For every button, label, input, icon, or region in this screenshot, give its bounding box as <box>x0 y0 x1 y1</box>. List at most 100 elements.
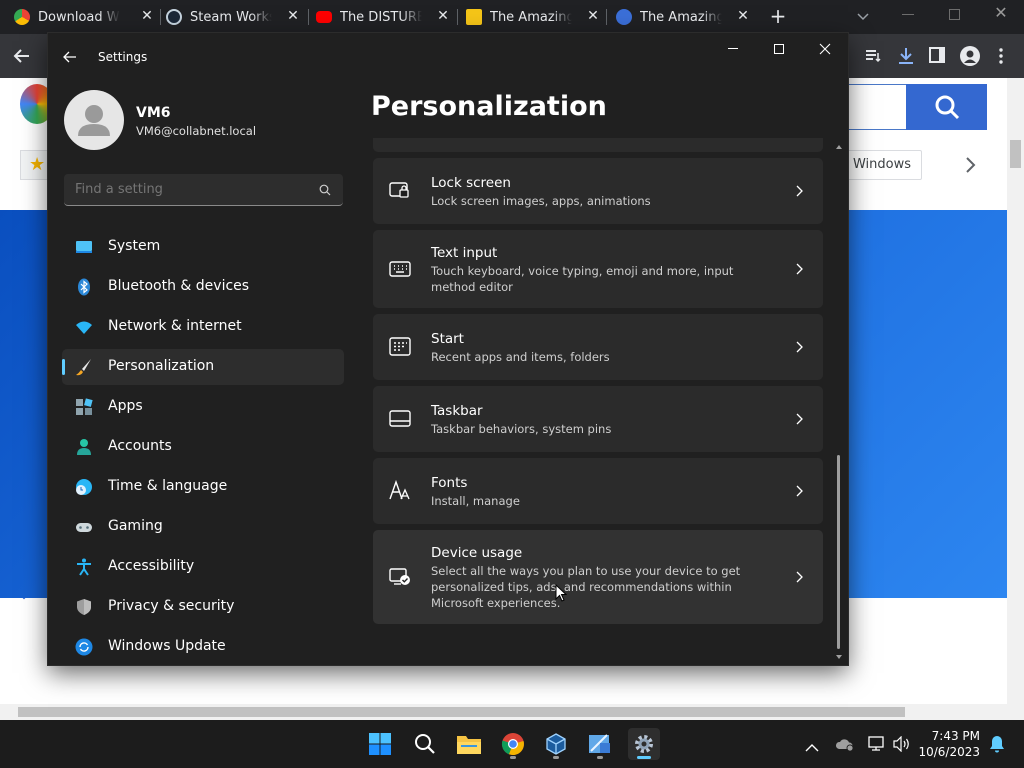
search-input[interactable] <box>64 174 304 205</box>
clock-date[interactable]: 10/6/2023 <box>914 745 980 759</box>
scroll-down-icon[interactable] <box>835 653 843 661</box>
settings-card-text-input[interactable]: Text input Touch keyboard, voice typing,… <box>373 230 823 308</box>
settings-card-device-usage[interactable]: Device usage Select all the ways you pla… <box>373 530 823 624</box>
virtualbox-icon <box>546 733 566 755</box>
browser-tab-strip: Download Windows ✕ Steam Workshop ✕ The … <box>0 0 1024 34</box>
virtualbox-taskbar-button[interactable] <box>540 728 572 760</box>
close-tab-icon[interactable]: ✕ <box>286 9 300 23</box>
page-search-input[interactable] <box>848 84 906 130</box>
chrome-taskbar-button[interactable] <box>497 728 529 760</box>
side-panel-icon[interactable] <box>929 47 945 63</box>
settings-card-taskbar[interactable]: Taskbar Taskbar behaviors, system pins <box>373 386 823 452</box>
chip-label: Windows <box>852 157 912 172</box>
sidebar-item-network[interactable]: Network & internet <box>62 309 344 345</box>
new-tab-icon[interactable]: + <box>768 6 788 26</box>
browser-tab[interactable]: Download Windows ✕ <box>14 0 160 34</box>
sidebar-item-label: Gaming <box>108 518 163 534</box>
minimize-button[interactable] <box>710 33 756 65</box>
avatar[interactable] <box>64 90 124 150</box>
browser-tab[interactable]: The Amazing D ✕ <box>466 0 606 34</box>
settings-card-fonts[interactable]: Fonts Install, manage <box>373 458 823 524</box>
sidebar-item-personalization[interactable]: Personalization <box>62 349 344 385</box>
card-title: Device usage <box>431 545 523 561</box>
snipping-tool-taskbar-button[interactable] <box>584 728 616 760</box>
tab-title: The Amazing D <box>640 9 722 25</box>
settings-back-arrow-icon[interactable] <box>62 49 78 65</box>
taskbar-search-button[interactable] <box>409 728 441 760</box>
chevron-right-icon[interactable] <box>962 156 978 174</box>
back-arrow-icon[interactable] <box>12 46 32 66</box>
sidebar-item-privacy-security[interactable]: Privacy & security <box>62 589 344 625</box>
clock-time[interactable]: 7:43 PM <box>924 729 980 743</box>
file-explorer-icon <box>457 736 481 754</box>
card-description: Select all the ways you plan to use your… <box>431 564 741 610</box>
sidebar-item-bluetooth[interactable]: Bluetooth & devices <box>62 269 344 305</box>
card-description: Lock screen images, apps, animations <box>431 194 651 208</box>
tab-title: The DISTURBING <box>340 9 422 25</box>
browser-close-icon[interactable]: ✕ <box>993 5 1009 21</box>
sidebar-item-accounts[interactable]: Accounts <box>62 429 344 465</box>
sidebar-item-label: Accounts <box>108 438 172 454</box>
close-tab-icon[interactable]: ✕ <box>140 9 154 23</box>
notification-bell-icon[interactable] <box>988 735 1006 753</box>
selection-indicator <box>62 359 65 375</box>
close-button[interactable] <box>802 33 848 65</box>
browser-restore-icon[interactable] <box>949 9 960 20</box>
chevron-right-icon <box>796 485 803 497</box>
gaming-icon <box>76 523 92 532</box>
content-scrollbar[interactable] <box>834 141 844 665</box>
page-title: Personalization <box>371 91 607 122</box>
sidebar-item-label: Windows Update <box>108 638 226 654</box>
settings-card-lock-screen[interactable]: Lock screen Lock screen images, apps, an… <box>373 158 823 224</box>
profile-icon[interactable] <box>960 46 980 66</box>
user-email: VM6@collabnet.local <box>136 124 257 138</box>
scroll-thumb[interactable] <box>837 455 840 649</box>
show-hidden-icons-chevron-icon[interactable] <box>805 738 819 752</box>
network-status-icon[interactable] <box>868 736 886 752</box>
browser-tab[interactable]: The Amazing D ✕ <box>616 0 756 34</box>
settings-window-title: Settings <box>98 50 148 64</box>
sidebar-item-apps[interactable]: Apps <box>62 389 344 425</box>
close-tab-icon[interactable]: ✕ <box>586 9 600 23</box>
sidebar-item-label: System <box>108 238 161 254</box>
network-icon <box>76 321 92 334</box>
volume-icon[interactable] <box>893 735 911 753</box>
sidebar-item-gaming[interactable]: Gaming <box>62 509 344 545</box>
sidebar-item-windows-update[interactable]: Windows Update <box>62 629 344 665</box>
card-description: Install, manage <box>431 494 520 508</box>
browser-menu-icon[interactable] <box>997 47 1005 65</box>
page-horizontal-scrollbar[interactable] <box>0 704 1024 720</box>
browser-tab[interactable]: Steam Workshop ✕ <box>166 0 306 34</box>
youtube-icon <box>316 11 332 23</box>
settings-taskbar-button[interactable] <box>628 728 660 760</box>
settings-card-start[interactable]: Start Recent apps and items, folders <box>373 314 823 380</box>
page-vertical-scrollbar[interactable] <box>1007 78 1024 704</box>
chevron-right-icon <box>796 571 803 583</box>
page-search-button[interactable] <box>906 84 987 130</box>
browser-minimize-icon[interactable] <box>902 14 914 15</box>
card-title: Start <box>431 331 464 347</box>
start-button[interactable] <box>364 728 396 760</box>
star-chip[interactable]: ★ <box>20 150 48 180</box>
windows-update-icon <box>75 638 93 656</box>
browser-tab[interactable]: The DISTURBING ✕ <box>316 0 456 34</box>
sidebar-item-time-language[interactable]: Time & language <box>62 469 344 505</box>
sidebar-item-system[interactable]: System <box>62 229 344 265</box>
reading-list-icon[interactable] <box>864 47 882 65</box>
onedrive-icon[interactable] <box>835 736 855 752</box>
sidebar-item-label: Network & internet <box>108 318 242 334</box>
close-tab-icon[interactable]: ✕ <box>436 9 450 23</box>
taskbar-icon <box>389 410 411 427</box>
tab-search-chevron-icon[interactable] <box>856 8 870 22</box>
find-setting-search[interactable] <box>64 174 343 206</box>
download-icon[interactable] <box>896 46 916 66</box>
scroll-up-icon[interactable] <box>835 143 843 151</box>
maximize-button[interactable] <box>756 33 802 65</box>
file-explorer-button[interactable] <box>453 728 485 760</box>
category-chip-windows[interactable]: Windows <box>842 150 922 180</box>
card-title: Taskbar <box>431 403 483 419</box>
card-description: Recent apps and items, folders <box>431 350 610 364</box>
chevron-right-icon <box>796 185 803 197</box>
close-tab-icon[interactable]: ✕ <box>736 9 750 23</box>
sidebar-item-accessibility[interactable]: Accessibility <box>62 549 344 585</box>
